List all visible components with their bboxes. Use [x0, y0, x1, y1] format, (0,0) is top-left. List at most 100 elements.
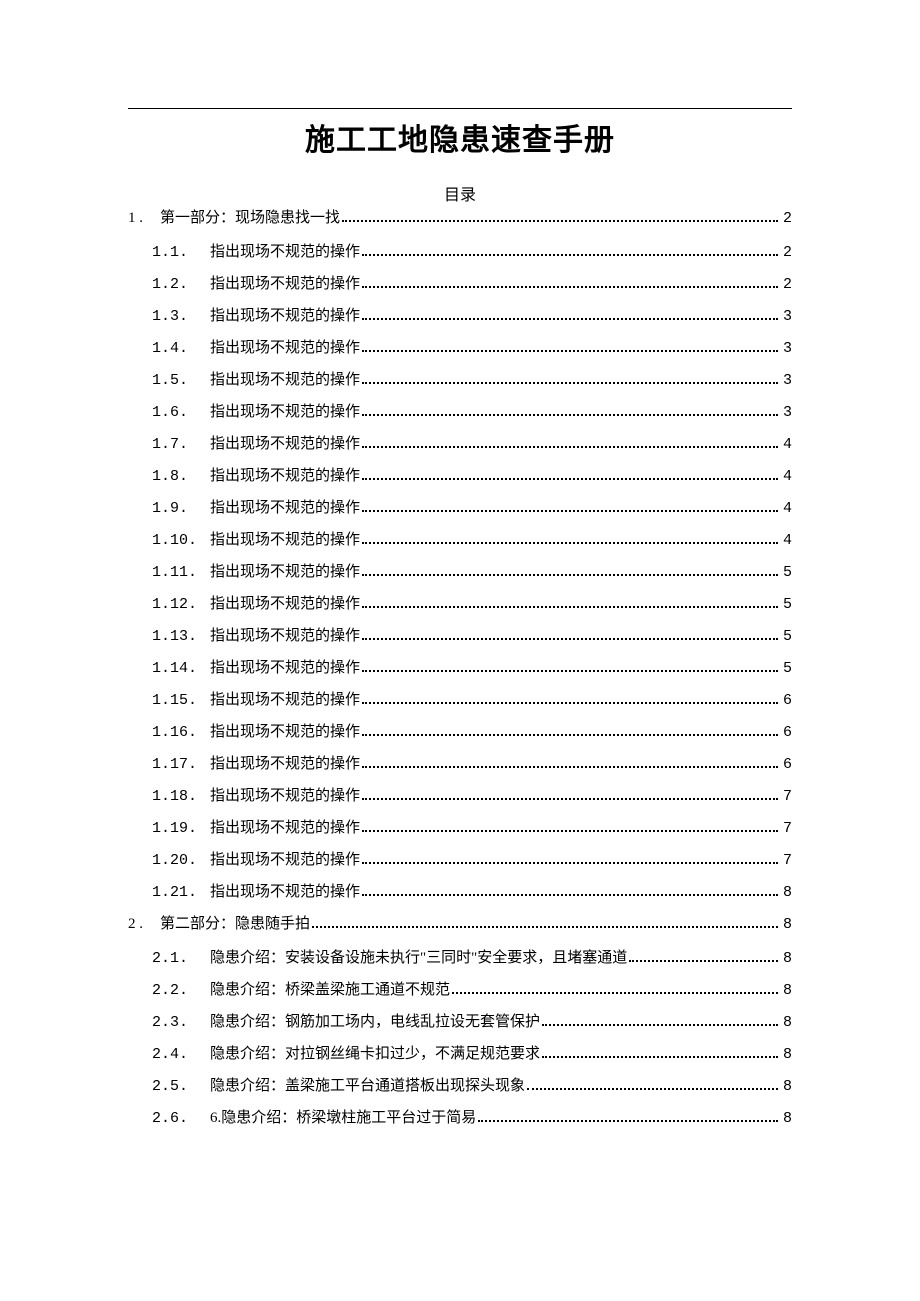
toc-entry-number: 1.19.: [152, 821, 210, 836]
toc-leader-dots: [362, 254, 778, 256]
toc-leader-dots: [362, 286, 778, 288]
toc-entry[interactable]: 1 .第一部分：现场隐患找一找2: [128, 211, 792, 237]
toc-entry-title: 隐患介绍：对拉钢丝绳卡扣过少，不满足规范要求: [210, 1047, 540, 1062]
toc-entry[interactable]: 1.18.指出现场不规范的操作7: [128, 789, 792, 813]
toc-entry[interactable]: 2 .第二部分：隐患随手拍 8: [128, 917, 792, 943]
toc-entry[interactable]: 1.20.指出现场不规范的操作7: [128, 853, 792, 877]
toc-entry-number: 1.5.: [152, 373, 210, 388]
toc-entry[interactable]: 2.4.隐患介绍：对拉钢丝绳卡扣过少，不满足规范要求 8: [128, 1047, 792, 1071]
toc-entry[interactable]: 2.2.隐患介绍：桥梁盖梁施工通道不规范8: [128, 983, 792, 1007]
toc-entry-number: 2.1.: [152, 951, 210, 966]
toc-entry-title: 指出现场不规范的操作: [210, 693, 360, 708]
toc-leader-dots: [362, 574, 778, 576]
toc-entry-number: 2.6.: [152, 1111, 210, 1126]
toc-entry[interactable]: 1.2.指出现场不规范的操作2: [128, 277, 792, 301]
toc-entry-title: 隐患介绍：钢筋加工场内，电线乱拉设无套管保护: [210, 1015, 540, 1030]
toc-entry-number: 2.5.: [152, 1079, 210, 1094]
toc-entry-title: 指出现场不规范的操作: [210, 661, 360, 676]
toc-entry[interactable]: 1.1.指出现场不规范的操作2: [128, 245, 792, 269]
toc-entry-title: 指出现场不规范的操作: [210, 853, 360, 868]
toc-leader-dots: [362, 638, 778, 640]
toc-entry[interactable]: 2.1.隐患介绍：安装设备设施未执行"三同时"安全要求，且堵塞通道8: [128, 951, 792, 975]
toc-entry[interactable]: 1.9.指出现场不规范的操作 4: [128, 501, 792, 525]
toc-entry[interactable]: 2.5.隐患介绍：盖梁施工平台通道搭板出现探头现象8: [128, 1079, 792, 1103]
toc-entry[interactable]: 1.4.指出现场不规范的操作3: [128, 341, 792, 365]
toc-entry-page: 3: [780, 341, 792, 356]
toc-entry-title: 指出现场不规范的操作: [210, 501, 360, 516]
toc-entry-number: 2.4.: [152, 1047, 210, 1062]
toc-entry-number: 1.7.: [152, 437, 210, 452]
toc-entry[interactable]: 1.17.指出现场不规范的操作6: [128, 757, 792, 781]
toc-entry-number: 1.17.: [152, 757, 210, 772]
toc-entry[interactable]: 1.15.指出现场不规范的操作6: [128, 693, 792, 717]
toc-leader-dots: [452, 992, 778, 994]
toc-entry[interactable]: 1.6.指出现场不规范的操作3: [128, 405, 792, 429]
toc-entry-number: 1.12.: [152, 597, 210, 612]
toc-entry-page: 4: [780, 469, 792, 484]
toc-entry-number: 1.16.: [152, 725, 210, 740]
toc-entry-title: 指出现场不规范的操作: [210, 341, 360, 356]
toc-leader-dots: [362, 510, 778, 512]
toc-leader-dots: [362, 702, 778, 704]
toc-entry-title: 指出现场不规范的操作: [210, 629, 360, 644]
toc-entry-title: 指出现场不规范的操作: [210, 789, 360, 804]
toc-entry-number: 1.13.: [152, 629, 210, 644]
toc-entry-number: 1.3.: [152, 309, 210, 324]
toc-entry-page: 8: [780, 1047, 792, 1062]
toc-leader-dots: [362, 478, 778, 480]
toc-entry-number: 2 .: [128, 917, 160, 932]
toc-leader-dots: [629, 960, 778, 962]
toc-entry-title: 指出现场不规范的操作: [210, 885, 360, 900]
toc-entry[interactable]: 1.14.指出现场不规范的操作5: [128, 661, 792, 685]
table-of-contents: 1 .第一部分：现场隐患找一找21.1.指出现场不规范的操作21.2.指出现场不…: [128, 211, 792, 1135]
toc-entry-number: 1 .: [128, 211, 160, 226]
toc-entry-number: 2.3.: [152, 1015, 210, 1030]
toc-entry[interactable]: 1.3.指出现场不规范的操作3: [128, 309, 792, 333]
toc-entry-title: 指出现场不规范的操作: [210, 245, 360, 260]
horizontal-rule: [128, 108, 792, 109]
toc-leader-dots: [362, 606, 778, 608]
toc-entry-number: 1.10.: [152, 533, 210, 548]
toc-entry-page: 5: [780, 597, 792, 612]
toc-entry-title: 隐患介绍：盖梁施工平台通道搭板出现探头现象: [210, 1079, 525, 1094]
toc-entry[interactable]: 1.13.指出现场不规范的操作5: [128, 629, 792, 653]
toc-leader-dots: [362, 542, 778, 544]
toc-entry[interactable]: 1.5.指出现场不规范的操作3: [128, 373, 792, 397]
toc-leader-dots: [362, 382, 778, 384]
toc-entry[interactable]: 1.12.指出现场不规范的操作 5: [128, 597, 792, 621]
toc-leader-dots: [362, 766, 778, 768]
toc-entry-page: 7: [780, 853, 792, 868]
toc-entry-title: 指出现场不规范的操作: [210, 757, 360, 772]
toc-entry-number: 1.11.: [152, 565, 210, 580]
toc-caption: 目录: [128, 181, 792, 205]
toc-entry-title: 指出现场不规范的操作: [210, 597, 360, 612]
toc-entry-title: 指出现场不规范的操作: [210, 725, 360, 740]
toc-leader-dots: [362, 670, 778, 672]
toc-entry[interactable]: 1.7.指出现场不规范的操作4: [128, 437, 792, 461]
toc-entry-number: 1.1.: [152, 245, 210, 260]
toc-entry-title: 第二部分：隐患随手拍: [160, 917, 310, 932]
toc-entry[interactable]: 2.6.6.隐患介绍：桥梁墩柱施工平台过于简易8: [128, 1111, 792, 1135]
toc-entry[interactable]: 2.3.隐患介绍：钢筋加工场内，电线乱拉设无套管保护8: [128, 1015, 792, 1039]
toc-entry-number: 1.15.: [152, 693, 210, 708]
toc-entry-page: 8: [780, 917, 792, 932]
toc-leader-dots: [542, 1024, 778, 1026]
toc-entry[interactable]: 1.21.指出现场不规范的操作8: [128, 885, 792, 909]
toc-entry-page: 5: [780, 661, 792, 676]
toc-entry[interactable]: 1.10.指出现场不规范的操作4: [128, 533, 792, 557]
toc-entry[interactable]: 1.11.指出现场不规范的操作5: [128, 565, 792, 589]
toc-entry-title: 指出现场不规范的操作: [210, 469, 360, 484]
toc-entry-number: 1.18.: [152, 789, 210, 804]
toc-entry-title: 指出现场不规范的操作: [210, 565, 360, 580]
toc-entry-number: 1.2.: [152, 277, 210, 292]
toc-entry-title: 指出现场不规范的操作: [210, 437, 360, 452]
toc-entry-number: 1.9.: [152, 501, 210, 516]
toc-entry-title: 指出现场不规范的操作: [210, 533, 360, 548]
toc-leader-dots: [362, 862, 778, 864]
toc-entry[interactable]: 1.8.指出现场不规范的操作4: [128, 469, 792, 493]
toc-entry-page: 4: [780, 501, 792, 516]
toc-entry-title: 隐患介绍：桥梁盖梁施工通道不规范: [210, 983, 450, 998]
toc-entry-title: 隐患介绍：安装设备设施未执行"三同时"安全要求，且堵塞通道: [210, 951, 627, 966]
toc-entry[interactable]: 1.16.指出现场不规范的操作6: [128, 725, 792, 749]
toc-entry[interactable]: 1.19.指出现场不规范的操作7: [128, 821, 792, 845]
